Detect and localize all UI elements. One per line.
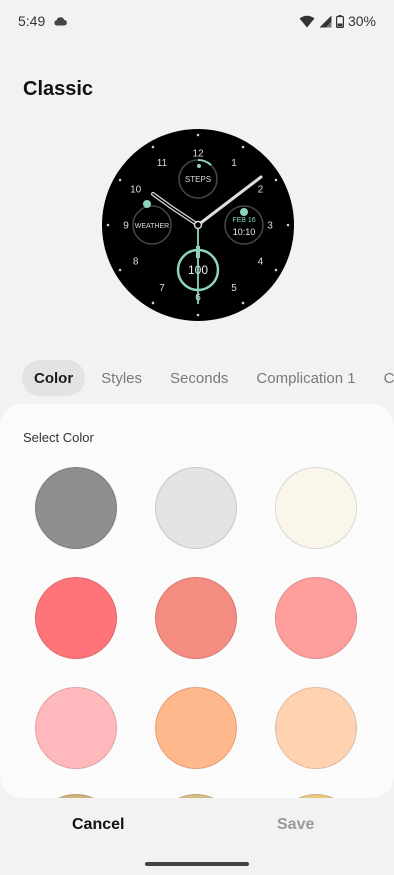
weather-label: WEATHER [135, 223, 169, 230]
cloud-icon [53, 16, 68, 26]
tab-complication-1[interactable]: Complication 1 [244, 360, 367, 396]
hour-tick [106, 223, 110, 227]
color-swatch[interactable] [35, 687, 117, 769]
hour-number: 3 [267, 221, 273, 232]
hour-tick [196, 133, 200, 137]
color-swatch[interactable] [275, 577, 357, 659]
customization-tabs: Color Styles Seconds Complication 1 Comp… [0, 357, 394, 399]
save-button[interactable]: Save [277, 816, 314, 834]
hour-tick [274, 178, 278, 182]
time-label: 10:10 [233, 227, 256, 237]
tab-styles[interactable]: Styles [89, 360, 154, 396]
tab-seconds[interactable]: Seconds [158, 360, 240, 396]
color-swatch[interactable] [275, 467, 357, 549]
cancel-button[interactable]: Cancel [72, 816, 124, 834]
hour-tick [286, 223, 290, 227]
hour-tick [241, 301, 245, 305]
battery-percent: 30% [347, 13, 376, 29]
hour-number: 1 [231, 158, 237, 169]
color-swatch-grid [0, 404, 394, 798]
signal-icon [319, 15, 332, 28]
hour-tick [241, 145, 245, 149]
status-time: 5:49 [18, 13, 46, 29]
home-indicator[interactable] [145, 862, 249, 866]
steps-label: STEPS [185, 175, 211, 184]
hour-number: 7 [159, 283, 165, 294]
watch-face-preview: 121234567891011 STEPS WEATHER FEB 16 10:… [101, 128, 295, 322]
hour-tick [151, 301, 155, 305]
hour-number: 2 [258, 185, 264, 196]
color-swatch[interactable] [275, 687, 357, 769]
hour-number: 9 [123, 221, 129, 232]
color-swatch[interactable] [155, 687, 237, 769]
color-swatch[interactable] [35, 467, 117, 549]
tab-color[interactable]: Color [22, 360, 86, 396]
color-picker-sheet: Select Color [0, 404, 394, 798]
page-title: Classic [23, 78, 94, 100]
hour-tick [151, 145, 155, 149]
hour-number: 12 [192, 149, 204, 160]
hour-number: 8 [133, 257, 139, 268]
hour-tick [196, 313, 200, 317]
hour-tick [118, 268, 122, 272]
hour-tick [118, 178, 122, 182]
color-swatch[interactable] [35, 577, 117, 659]
color-swatch[interactable] [155, 467, 237, 549]
hour-number: 4 [258, 257, 264, 268]
wifi-icon [299, 15, 315, 28]
color-swatch[interactable] [155, 577, 237, 659]
hour-number: 10 [130, 185, 142, 196]
battery-icon [335, 14, 344, 28]
hour-number: 11 [157, 158, 168, 169]
status-bar: 5:49 30% [0, 0, 394, 42]
tab-complication-2[interactable]: Complication 2 [372, 360, 394, 396]
date-label: FEB 16 [232, 217, 255, 224]
hour-number: 5 [231, 283, 237, 294]
hour-tick [274, 268, 278, 272]
